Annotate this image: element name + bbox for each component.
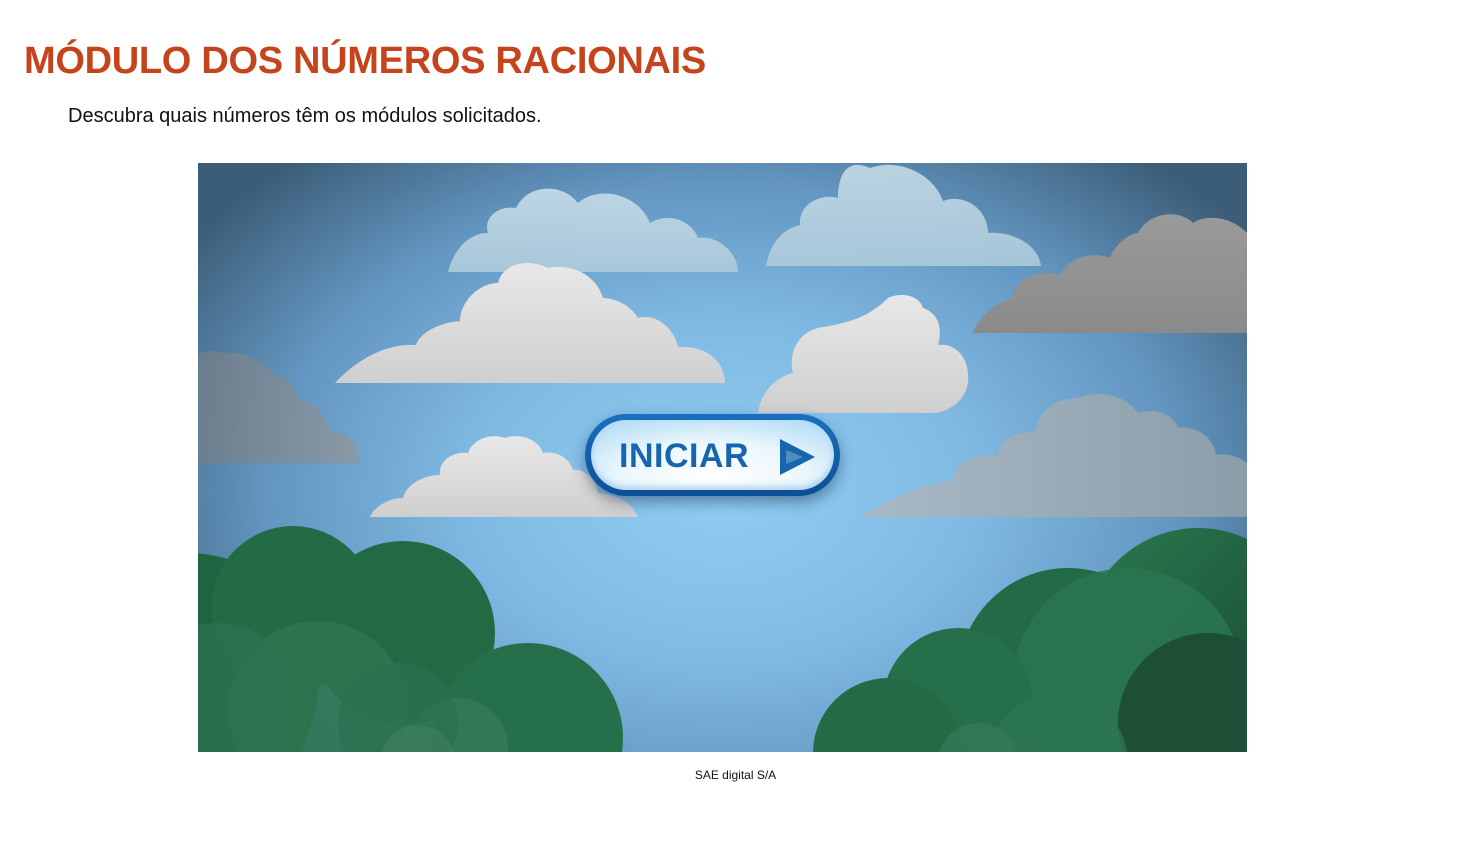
start-button-label: INICIAR: [619, 437, 750, 475]
cloud-icon: [758, 295, 969, 413]
bush-icon: [813, 528, 1247, 752]
bush-icon: [198, 526, 623, 752]
image-credit: SAE digital S/A: [694, 768, 777, 782]
cloud-icon: [766, 164, 1041, 266]
page: MÓDULO DOS NÚMEROS RACIONAIS Descubra qu…: [0, 0, 1460, 850]
start-button-face: INICIAR: [591, 420, 834, 490]
game-frame[interactable]: INICIAR: [198, 163, 1247, 752]
cloud-icon: [198, 351, 360, 463]
page-title: MÓDULO DOS NÚMEROS RACIONAIS: [24, 40, 706, 82]
start-button[interactable]: INICIAR: [585, 414, 840, 496]
page-instructions: Descubra quais números têm os módulos so…: [68, 105, 542, 127]
cloud-icon: [448, 188, 738, 272]
cloud-icon: [335, 263, 725, 383]
play-icon: [780, 439, 815, 475]
cloud-icon: [973, 214, 1247, 333]
